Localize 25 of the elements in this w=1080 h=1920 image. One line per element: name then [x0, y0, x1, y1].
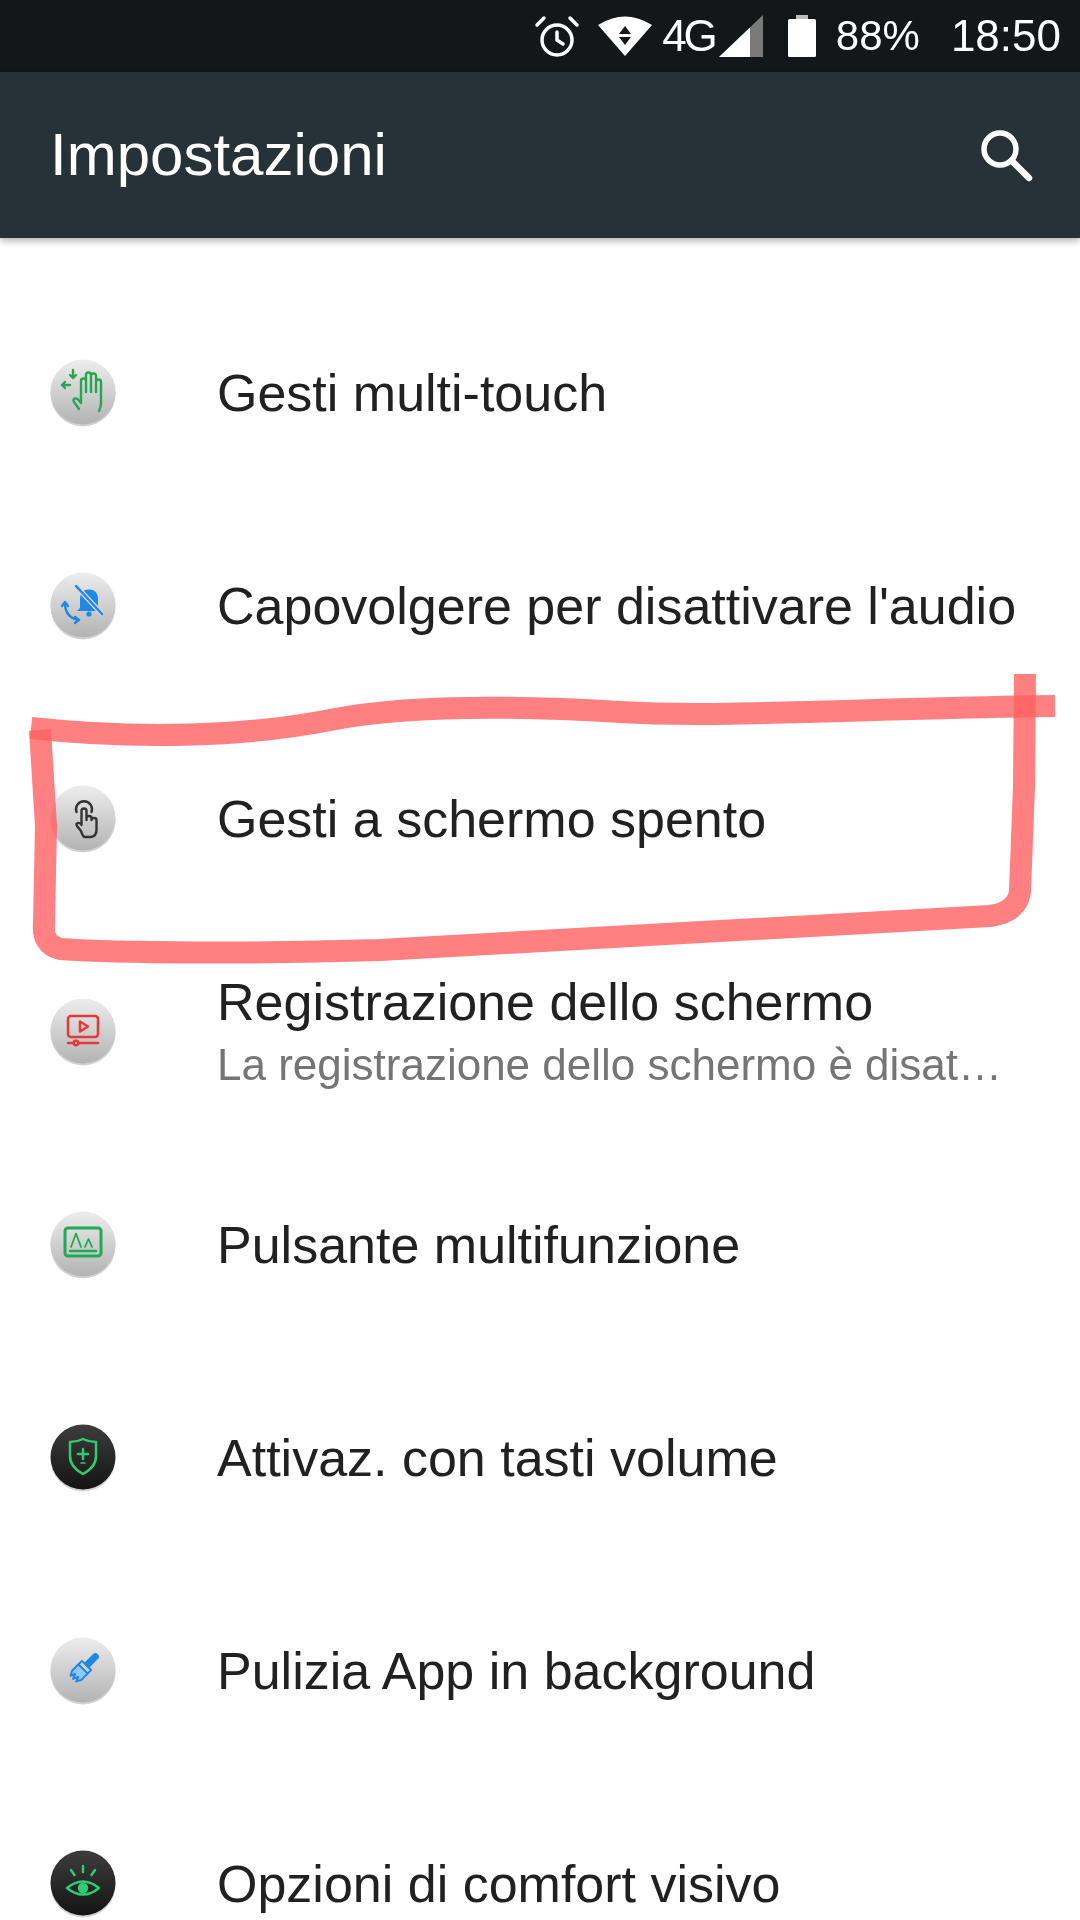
clock-time: 18:50 — [950, 14, 1061, 58]
bell-off-icon — [50, 571, 116, 640]
screen-play-icon — [50, 997, 116, 1066]
setting-summary: La registrazione dello schermo è disat… — [217, 1038, 1003, 1091]
screen-title: Impostazioni — [50, 122, 387, 188]
setting-title[interactable]: Pulsante multifunzione — [217, 1214, 741, 1275]
battery-percentage: 88% — [835, 15, 920, 57]
setting-title[interactable]: Registrazione dello schermo — [217, 971, 1003, 1032]
eye-icon — [50, 1849, 116, 1918]
brush-icon — [50, 1636, 116, 1705]
setting-title[interactable]: Capovolgere per disattivare l'audio — [217, 575, 1017, 636]
setting-title[interactable]: Pulizia App in background — [217, 1640, 816, 1701]
setting-title[interactable]: Opzioni di comfort visivo — [217, 1853, 781, 1914]
shield-plus-icon — [50, 1423, 116, 1492]
setting-title[interactable]: Gesti a schermo spento — [217, 788, 767, 849]
setting-title[interactable]: Attivaz. con tasti volume — [217, 1427, 778, 1488]
battery-icon — [787, 15, 816, 57]
font-size-icon — [50, 1210, 116, 1279]
network-type: 4G — [662, 14, 715, 58]
setting-title[interactable]: Gesti multi-touch — [217, 362, 608, 423]
alarm-clock-icon — [534, 14, 581, 58]
hand-gesture-icon — [50, 358, 116, 427]
wifi-icon — [598, 16, 653, 56]
signal-icon — [718, 15, 763, 57]
search-icon[interactable] — [979, 128, 1033, 182]
